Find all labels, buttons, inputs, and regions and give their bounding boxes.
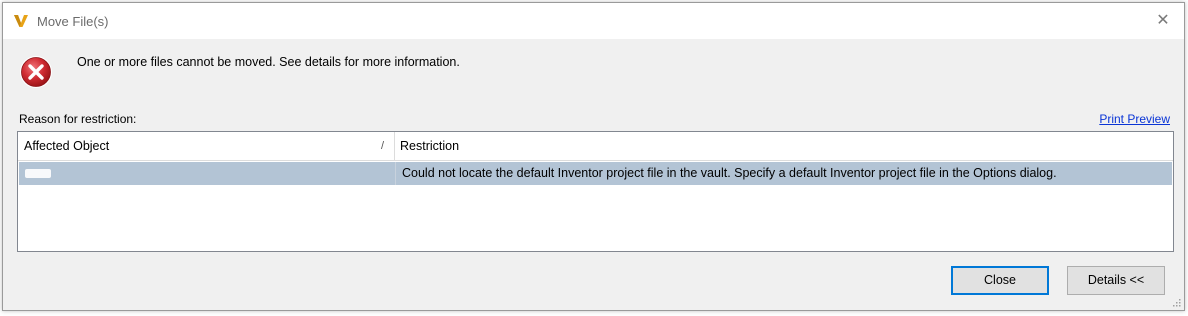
move-files-dialog: Move File(s) ✕ One or more files cannot …	[2, 2, 1185, 311]
reason-label: Reason for restriction:	[19, 112, 137, 126]
grid-header: Affected Object / Restriction	[18, 132, 1173, 161]
restriction-grid[interactable]: Affected Object / Restriction Could not …	[17, 131, 1174, 252]
close-button[interactable]: Close	[951, 266, 1049, 295]
error-message: One or more files cannot be moved. See d…	[77, 55, 460, 69]
column-header-affected-object[interactable]: Affected Object	[18, 132, 395, 161]
column-header-restriction[interactable]: Restriction	[395, 132, 1173, 161]
redacted-filename	[25, 169, 51, 178]
sort-indicator-icon: /	[381, 140, 385, 152]
close-window-icon[interactable]: ✕	[1154, 12, 1172, 30]
window-title: Move File(s)	[37, 14, 109, 29]
affected-object-cell	[25, 168, 55, 179]
vault-v-logo-icon	[14, 15, 28, 27]
resize-grip-icon[interactable]	[1171, 297, 1181, 307]
column-divider	[395, 162, 396, 185]
restriction-cell: Could not locate the default Inventor pr…	[402, 166, 1057, 180]
print-preview-link[interactable]: Print Preview	[1099, 112, 1170, 126]
error-icon	[20, 56, 52, 88]
title-bar: Move File(s) ✕	[3, 3, 1184, 39]
details-button[interactable]: Details <<	[1067, 266, 1165, 295]
table-row[interactable]: Could not locate the default Inventor pr…	[19, 162, 1172, 185]
